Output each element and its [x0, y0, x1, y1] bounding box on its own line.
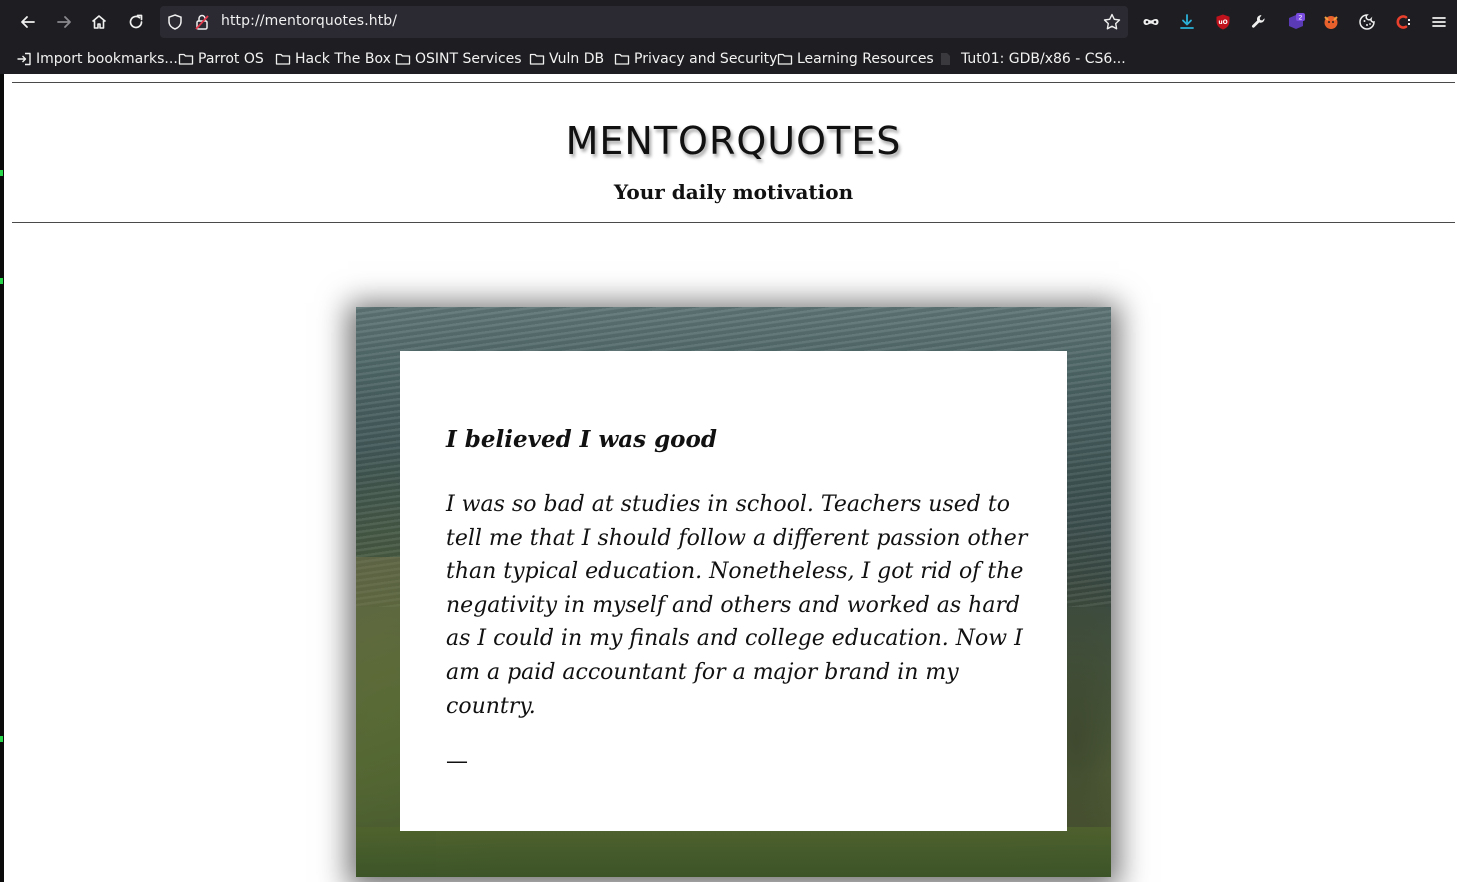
url-text[interactable]: http://mentorquotes.htb/ [221, 13, 397, 29]
bookmark-import[interactable]: Import bookmarks... [16, 49, 178, 69]
folder-icon [529, 53, 545, 65]
browser-toolbar: http://mentorquotes.htb/ uO 2 [0, 0, 1457, 44]
bookmark-folder-privacy-and-security[interactable]: Privacy and Security [614, 49, 777, 69]
bookmark-label: Vuln DB [549, 51, 605, 67]
shield-icon[interactable] [166, 13, 184, 31]
folder-icon [395, 53, 411, 65]
cookie-icon[interactable] [1355, 10, 1379, 34]
reload-icon[interactable] [124, 10, 148, 34]
svg-text:uO: uO [1218, 19, 1227, 26]
bookmark-tut01-gdb[interactable]: Tut01: GDB/x86 - CS6... [937, 49, 1126, 69]
hackbar-icon[interactable]: 2 [1284, 10, 1308, 34]
folder-icon [178, 53, 194, 65]
bookmark-label: Import bookmarks... [36, 51, 178, 67]
header-divider [12, 222, 1455, 223]
foxyproxy-icon[interactable] [1319, 10, 1343, 34]
download-icon[interactable] [1175, 10, 1199, 34]
page-icon [941, 53, 950, 65]
back-arrow-icon[interactable] [16, 10, 40, 34]
bookmark-folder-osint-services[interactable]: OSINT Services [395, 49, 522, 69]
star-icon[interactable] [1102, 12, 1122, 32]
hamburger-menu-icon[interactable] [1427, 10, 1451, 34]
c-extension-icon[interactable] [1391, 10, 1415, 34]
bookmark-label: Privacy and Security [634, 51, 778, 67]
import-icon [17, 52, 31, 66]
terminal-cursor-mark [0, 170, 3, 176]
bookmark-label: OSINT Services [415, 51, 522, 67]
quote-box: I believed I was good I was so bad at st… [400, 351, 1067, 831]
quote-author: — [446, 749, 468, 774]
bookmark-label: Tut01: GDB/x86 - CS6... [961, 51, 1126, 67]
mask-icon[interactable] [1139, 10, 1163, 34]
insecure-lock-icon[interactable] [193, 13, 211, 31]
quote-title: I believed I was good [446, 426, 717, 453]
url-bar[interactable]: http://mentorquotes.htb/ [160, 6, 1128, 38]
folder-icon [275, 53, 291, 65]
site-title: MENTORQUOTES [565, 119, 902, 163]
bookmarks-bar: Import bookmarks... Parrot OS Hack The B… [0, 44, 1457, 74]
bookmark-folder-hack-the-box[interactable]: Hack The Box [275, 49, 391, 69]
bookmark-folder-vuln-db[interactable]: Vuln DB [529, 49, 604, 69]
site-subtitle: Your daily motivation [613, 180, 854, 204]
forward-arrow-icon[interactable] [52, 10, 76, 34]
terminal-cursor-mark [0, 278, 3, 284]
folder-icon [777, 53, 793, 65]
bookmark-folder-learning-resources[interactable]: Learning Resources [777, 49, 934, 69]
extension-badge: 2 [1298, 14, 1302, 22]
folder-icon [614, 53, 630, 65]
quote-card: I believed I was good I was so bad at st… [356, 307, 1111, 877]
bookmark-label: Learning Resources [797, 51, 934, 67]
bookmark-label: Hack The Box [295, 51, 391, 67]
quote-text: I was so bad at studies in school. Teach… [446, 492, 1028, 719]
top-divider [12, 82, 1455, 83]
home-icon[interactable] [87, 10, 111, 34]
bookmark-label: Parrot OS [198, 51, 264, 67]
terminal-cursor-mark [0, 736, 3, 742]
ublock-icon[interactable]: uO [1211, 10, 1235, 34]
bookmark-folder-parrot-os[interactable]: Parrot OS [178, 49, 264, 69]
page-viewport: MENTORQUOTES Your daily motivation I bel… [0, 74, 1457, 882]
wrench-icon[interactable] [1247, 10, 1271, 34]
grass-background-image [356, 827, 1111, 877]
